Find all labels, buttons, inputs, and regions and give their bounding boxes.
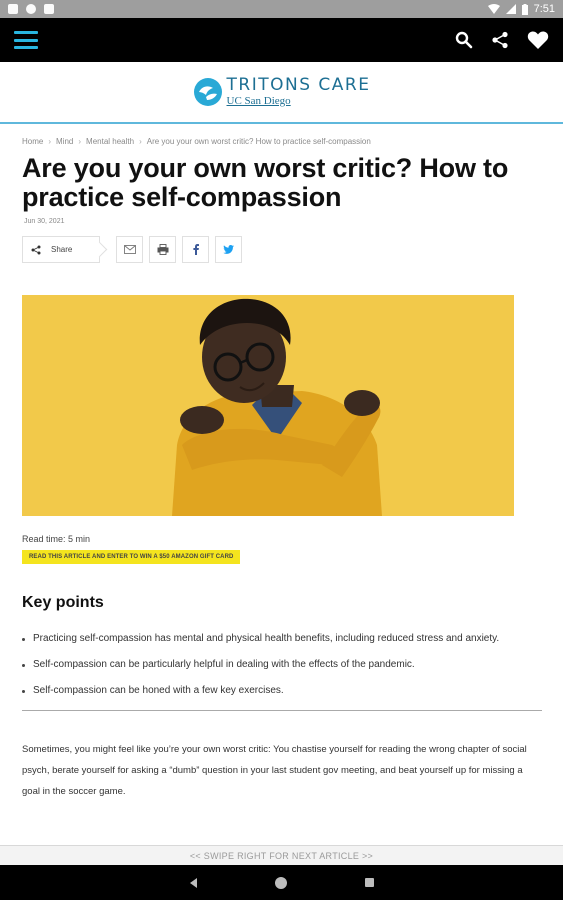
breadcrumb-home[interactable]: Home [22, 137, 43, 146]
article-content: Home › Mind › Mental health › Are you yo… [22, 124, 542, 802]
email-share-button[interactable] [116, 236, 143, 263]
status-time: 7:51 [533, 3, 555, 15]
giveaway-banner-link[interactable]: READ THIS ARTICLE AND ENTER TO WIN A $50… [22, 550, 241, 564]
share-toolbar: Share [22, 236, 542, 263]
hero-image [22, 295, 514, 516]
twitter-icon [223, 245, 234, 254]
notification-icon [26, 4, 36, 14]
share-icon[interactable] [491, 31, 509, 49]
key-points-list: Practicing self-compassion has mental an… [22, 629, 542, 701]
printer-icon [157, 244, 168, 255]
back-icon[interactable] [189, 877, 197, 888]
breadcrumb-separator: › [48, 137, 52, 146]
hamburger-menu-icon[interactable] [14, 31, 38, 49]
share-button-label: Share [51, 245, 73, 254]
article-paragraph: Sometimes, you might feel like you’re yo… [22, 744, 527, 797]
list-item: Self-compassion can be honed with a few … [22, 681, 542, 701]
status-bar: 7:51 [0, 0, 563, 18]
article-date: Jun 30, 2021 [24, 218, 65, 225]
mail-icon [123, 245, 136, 254]
key-points-heading: Key points [22, 594, 104, 611]
app-actions [455, 30, 549, 50]
read-time: Read time: 5 min [22, 534, 91, 544]
facebook-share-button[interactable] [182, 236, 209, 263]
app-bar [0, 18, 563, 62]
share-icon [31, 245, 41, 254]
notification-icon [8, 4, 18, 14]
breadcrumb-separator: › [139, 137, 142, 146]
system-nav-bar [0, 865, 563, 900]
logo-mark-icon [193, 78, 222, 106]
man-hugging-self-photo [22, 295, 514, 516]
logo-text: TRITONS CARE UC San Diego [227, 77, 371, 107]
twitter-share-button[interactable] [215, 236, 242, 263]
breadcrumb-current: Are you your own worst critic? How to pr… [146, 137, 371, 146]
share-button[interactable]: Share [22, 236, 100, 263]
heart-icon[interactable] [527, 30, 549, 50]
breadcrumb-mental-health[interactable]: Mental health [86, 137, 134, 146]
article-title: Are you your own worst critic? How to pr… [22, 153, 509, 212]
divider [22, 710, 542, 711]
list-item: Practicing self-compassion has mental an… [22, 629, 542, 649]
list-item: Self-compassion can be particularly help… [22, 655, 542, 675]
breadcrumb-mind[interactable]: Mind [56, 137, 73, 146]
signal-icon [505, 4, 516, 14]
recent-apps-icon[interactable] [364, 878, 374, 887]
battery-icon [521, 3, 528, 15]
tritons-care-logo[interactable]: TRITONS CARE UC San Diego [193, 77, 371, 107]
search-icon[interactable] [455, 31, 473, 49]
swipe-hint[interactable]: << SWIPE RIGHT FOR NEXT ARTICLE >> [0, 845, 563, 865]
facebook-icon [192, 244, 199, 255]
logo-subtitle: UC San Diego [226, 95, 291, 107]
home-icon[interactable] [274, 876, 287, 889]
breadcrumb-separator: › [78, 137, 82, 146]
breadcrumb: Home › Mind › Mental health › Are you yo… [22, 137, 542, 146]
notification-icon [44, 4, 54, 14]
wifi-icon [487, 4, 500, 14]
status-indicators: 7:51 [487, 3, 555, 15]
status-notifications [8, 4, 54, 14]
print-button[interactable] [149, 236, 176, 263]
logo-title: TRITONS CARE [226, 75, 371, 95]
site-header: TRITONS CARE UC San Diego [0, 62, 563, 124]
